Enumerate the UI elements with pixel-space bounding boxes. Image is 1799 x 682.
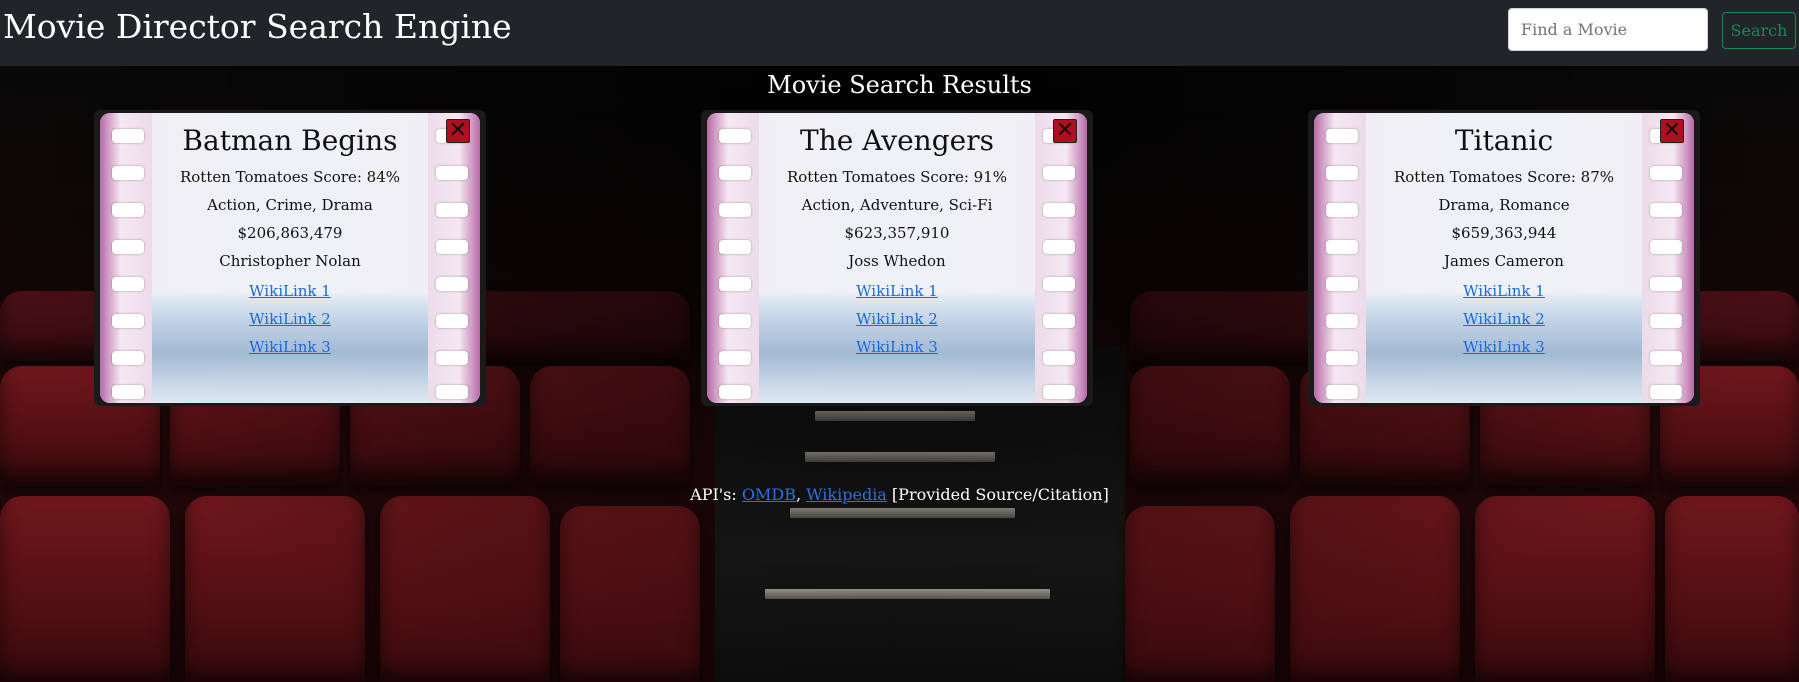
movie-card: The Avengers Rotten Tomatoes Score: 91% … [701,110,1093,406]
sprocket-hole [719,385,751,399]
sprocket-hole [1650,166,1682,180]
wiki-links: WikiLink 1 WikiLink 2 WikiLink 3 [1366,277,1642,361]
api-separator: , [795,485,807,504]
sprocket-hole [436,240,468,254]
search-button[interactable]: Search [1722,12,1796,49]
sprocket-hole [112,203,144,217]
wikipedia-link[interactable]: Wikipedia [806,485,887,504]
sprocket-hole [1043,240,1075,254]
movie-director: Christopher Nolan [219,252,361,270]
sprocket-hole [112,385,144,399]
box-office: $623,357,910 [844,224,950,242]
box-office: $659,363,944 [1451,224,1557,242]
wiki-link-2[interactable]: WikiLink 2 [152,305,428,333]
movie-card: Batman Begins Rotten Tomatoes Score: 84%… [94,110,486,406]
movie-details: Titanic Rotten Tomatoes Score: 87% Drama… [1366,113,1642,361]
wiki-links: WikiLink 1 WikiLink 2 WikiLink 3 [759,277,1035,361]
api-prefix: API's: [690,485,742,504]
rotten-tomatoes-score: Rotten Tomatoes Score: 91% [786,168,1008,186]
sprocket-hole [1043,277,1075,291]
movie-title: The Avengers [800,124,994,157]
movie-title: Batman Begins [182,124,398,157]
close-icon[interactable]: ✕ [446,119,470,143]
sprocket-hole [1326,277,1358,291]
film-frame: The Avengers Rotten Tomatoes Score: 91% … [707,113,1087,403]
movie-details: Batman Begins Rotten Tomatoes Score: 84%… [152,113,428,361]
wiki-link-1[interactable]: WikiLink 1 [1366,277,1642,305]
film-frame: Batman Begins Rotten Tomatoes Score: 84%… [100,113,480,403]
sprocket-hole [1650,351,1682,365]
sprocket-hole [112,129,144,143]
sprocket-hole [1043,385,1075,399]
close-icon[interactable]: ✕ [1053,119,1077,143]
movie-details: The Avengers Rotten Tomatoes Score: 91% … [759,113,1035,361]
navbar: Movie Director Search Engine Search [0,0,1799,66]
sprocket-hole [1650,240,1682,254]
sprocket-hole [1043,203,1075,217]
wiki-link-2[interactable]: WikiLink 2 [759,305,1035,333]
sprocket-hole [719,277,751,291]
sprocket-hole [719,129,751,143]
box-office: $206,863,479 [237,224,343,242]
sprocket-hole [719,314,751,328]
api-citation: API's: OMDB, Wikipedia [Provided Source/… [0,484,1799,506]
wiki-link-2[interactable]: WikiLink 2 [1366,305,1642,333]
movie-director: Joss Whedon [848,252,946,270]
rotten-tomatoes-score: Rotten Tomatoes Score: 84% [179,168,401,186]
omdb-link[interactable]: OMDB [742,485,796,504]
sprocket-hole [1650,277,1682,291]
wiki-link-3[interactable]: WikiLink 3 [1366,333,1642,361]
results-title: Movie Search Results [767,71,1032,99]
sprocket-hole [112,351,144,365]
movie-director: James Cameron [1444,252,1564,270]
movie-genres: Action, Crime, Drama [207,196,373,214]
citation-text: [Provided Source/Citation] [886,485,1109,504]
wiki-link-1[interactable]: WikiLink 1 [759,277,1035,305]
movie-title: Titanic [1454,124,1554,157]
brand-title[interactable]: Movie Director Search Engine [3,6,512,48]
sprocket-hole [1326,351,1358,365]
sprocket-hole [1043,351,1075,365]
sprocket-hole [1326,203,1358,217]
wiki-link-1[interactable]: WikiLink 1 [152,277,428,305]
sprocket-hole [1650,203,1682,217]
sprocket-hole [719,203,751,217]
sprocket-hole [1650,385,1682,399]
rotten-tomatoes-score: Rotten Tomatoes Score: 87% [1393,168,1615,186]
film-frame: Titanic Rotten Tomatoes Score: 87% Drama… [1314,113,1694,403]
search-input[interactable] [1508,8,1708,51]
sprocket-hole [719,351,751,365]
sprocket-hole [1326,314,1358,328]
wiki-links: WikiLink 1 WikiLink 2 WikiLink 3 [152,277,428,361]
movie-genres: Action, Adventure, Sci-Fi [801,196,993,214]
sprocket-hole [436,314,468,328]
sprocket-hole [1326,385,1358,399]
movie-genres: Drama, Romance [1438,196,1570,214]
wiki-link-3[interactable]: WikiLink 3 [152,333,428,361]
sprocket-hole [436,277,468,291]
sprocket-hole [436,166,468,180]
sprocket-hole [1043,314,1075,328]
wiki-link-3[interactable]: WikiLink 3 [759,333,1035,361]
sprocket-hole [436,351,468,365]
sprocket-hole [1650,314,1682,328]
sprocket-hole [1326,166,1358,180]
sprocket-hole [112,166,144,180]
sprocket-hole [719,240,751,254]
sprocket-hole [436,385,468,399]
sprocket-hole [112,240,144,254]
close-icon[interactable]: ✕ [1660,119,1684,143]
sprocket-hole [1326,240,1358,254]
movie-card: Titanic Rotten Tomatoes Score: 87% Drama… [1308,110,1700,406]
sprocket-hole [1326,129,1358,143]
sprocket-hole [719,166,751,180]
sprocket-hole [1043,166,1075,180]
sprocket-hole [112,277,144,291]
sprocket-hole [112,314,144,328]
sprocket-hole [436,203,468,217]
